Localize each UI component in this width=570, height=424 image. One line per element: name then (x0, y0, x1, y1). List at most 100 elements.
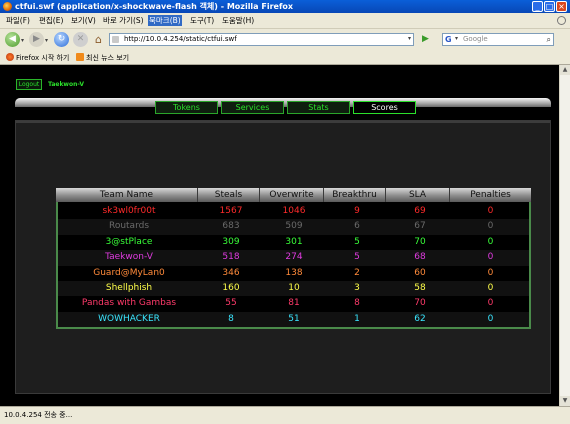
cell-steals: 8 (228, 313, 234, 324)
table-row: Guard@MyLan0 346 138 2 60 0 (58, 266, 529, 281)
scores-panel: Team Name Steals Overwrite Breakthru SLA… (15, 120, 551, 394)
back-arrow-icon: ◀ (9, 34, 16, 44)
cell-breakthru: 6 (354, 221, 360, 232)
window-title: ctfui.swf (application/x-shockwave-flash… (15, 2, 294, 11)
stop-icon: ✕ (76, 34, 85, 44)
menu-edit[interactable]: 편집(E) (38, 15, 64, 26)
cell-sla: 58 (414, 283, 426, 293)
status-text: 10.0.4.254 전송 중... (4, 411, 73, 419)
firefox-bookmark-icon (6, 53, 14, 61)
table-row: sk3wl0fr00t 1567 1046 9 69 0 (58, 204, 529, 219)
tab-stats[interactable]: Stats (287, 101, 350, 114)
maximize-button[interactable]: □ (544, 1, 555, 12)
table-row: Taekwon-V 518 274 5 68 0 (58, 250, 529, 266)
cell-sla: 67 (414, 221, 426, 232)
cell-sla: 69 (414, 206, 426, 216)
scroll-up-icon[interactable]: ▲ (560, 65, 570, 75)
table-row: Pandas with Gambas 55 81 8 70 0 (58, 296, 529, 311)
cell-team: Taekwon-V (105, 252, 153, 263)
cell-overwrite: 301 (285, 236, 303, 247)
search-engine-dropdown-icon[interactable]: ▾ (455, 35, 458, 42)
reload-icon: ↻ (57, 34, 66, 44)
cell-steals: 1567 (219, 206, 243, 216)
menu-file[interactable]: 파일(F) (5, 15, 31, 26)
browser-window: ctfui.swf (application/x-shockwave-flash… (0, 0, 570, 424)
scroll-down-icon[interactable]: ▼ (560, 396, 570, 406)
cell-overwrite: 274 (285, 252, 303, 263)
forward-button[interactable]: ▶ (29, 32, 44, 47)
home-icon: ⌂ (95, 33, 102, 46)
home-button[interactable]: ⌂ (91, 32, 106, 47)
stop-button[interactable]: ✕ (73, 32, 88, 47)
cell-breakthru: 5 (354, 252, 360, 263)
cell-team: sk3wl0fr00t (102, 206, 156, 216)
tab-scores[interactable]: Scores (353, 101, 416, 114)
logout-button[interactable]: Logout (16, 79, 42, 90)
menu-help[interactable]: 도움말(H) (221, 15, 255, 26)
site-identity-icon (112, 36, 119, 43)
search-icon[interactable]: ⌕ (547, 35, 551, 44)
close-button[interactable]: × (556, 1, 567, 12)
go-button[interactable]: ▶ (419, 33, 432, 46)
cell-team: 3@stPlace (105, 236, 153, 247)
cell-team: Routards (108, 221, 150, 232)
cell-breakthru: 9 (354, 206, 360, 216)
table-body: sk3wl0fr00t 1567 1046 9 69 0 Routards 683 509 6 67… (56, 202, 531, 329)
bookmark-latest-headlines[interactable]: 최신 뉴스 보기 (86, 53, 129, 63)
cell-breakthru: 5 (354, 236, 360, 247)
table-row: Shellphish 160 10 3 58 0 (58, 281, 529, 297)
header-sla: SLA (386, 188, 450, 202)
cell-overwrite: 1046 (282, 206, 306, 216)
cell-sla: 68 (414, 252, 426, 263)
header-team-name: Team Name (56, 188, 198, 202)
cell-steals: 683 (222, 221, 240, 232)
url-bar[interactable]: http://10.0.4.254/static/ctfui.swf ▾ (109, 33, 414, 46)
search-input[interactable]: Google (463, 35, 488, 43)
cell-breakthru: 3 (354, 283, 360, 293)
table-row: Routards 683 509 6 67 0 (58, 219, 529, 235)
google-engine-icon[interactable]: G (445, 35, 454, 44)
url-text[interactable]: http://10.0.4.254/static/ctfui.swf (124, 35, 237, 43)
cell-breakthru: 8 (354, 298, 360, 309)
cell-penalties: 0 (487, 206, 494, 216)
cell-penalties: 0 (487, 267, 494, 278)
cell-steals: 518 (222, 252, 240, 263)
cell-team: Guard@MyLan0 (93, 267, 165, 278)
forward-history-dropdown-icon[interactable]: ▾ (45, 37, 48, 44)
cell-sla: 60 (414, 267, 426, 278)
back-button[interactable]: ◀ (5, 32, 20, 47)
forward-arrow-icon: ▶ (33, 34, 40, 44)
minimize-button[interactable]: _ (532, 1, 543, 12)
menu-view[interactable]: 보기(V) (70, 15, 97, 26)
flash-content[interactable]: Logout Taekwon-V Tokens Services Stats S… (0, 65, 559, 406)
menu-go[interactable]: 바로 가기(S) (102, 15, 145, 26)
reload-button[interactable]: ↻ (54, 32, 69, 47)
cell-steals: 346 (222, 267, 240, 278)
throbber-icon (557, 16, 566, 25)
navigation-toolbar: ◀ ▾ ▶ ▾ ↻ ✕ ⌂ http://10.0.4.254/static/c… (0, 28, 570, 51)
cell-team: Pandas with Gambas (81, 298, 177, 309)
cell-steals: 160 (222, 283, 240, 293)
bookmark-getting-started[interactable]: Firefox 시작 하기 (16, 53, 69, 63)
cell-sla: 62 (414, 313, 426, 324)
back-history-dropdown-icon[interactable]: ▾ (21, 37, 24, 44)
cell-steals: 55 (225, 298, 237, 309)
cell-breakthru: 2 (354, 267, 360, 278)
cell-steals: 309 (222, 236, 240, 247)
cell-team: WOWHACKER (98, 313, 160, 324)
cell-sla: 70 (414, 298, 426, 309)
vertical-scrollbar[interactable]: ▲ ▼ (559, 65, 570, 406)
cell-penalties: 0 (487, 283, 494, 293)
menu-tools[interactable]: 도구(T) (189, 15, 215, 26)
go-arrow-icon: ▶ (422, 34, 429, 44)
status-bar: 10.0.4.254 전송 중... (0, 406, 570, 424)
tab-tokens[interactable]: Tokens (155, 101, 218, 114)
header-steals: Steals (198, 188, 260, 202)
search-bar[interactable]: G ▾ Google ⌕ (442, 33, 554, 46)
tab-services[interactable]: Services (221, 101, 284, 114)
url-dropdown-icon[interactable]: ▾ (408, 35, 411, 42)
header-overwrite: Overwrite (260, 188, 324, 202)
cell-penalties: 0 (487, 252, 494, 263)
header-penalties: Penalties (470, 190, 511, 200)
menu-bookmarks[interactable]: 북마크(B) (148, 15, 182, 26)
